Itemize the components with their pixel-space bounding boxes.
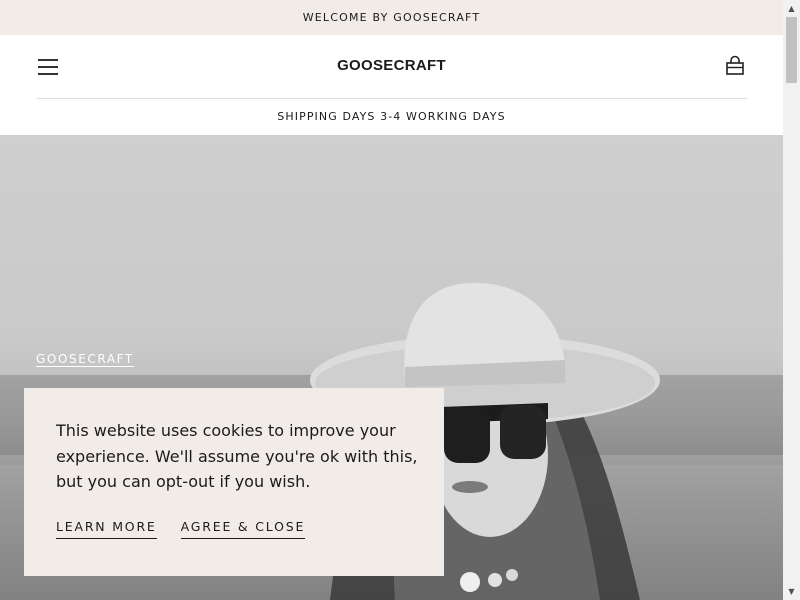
logo-link[interactable]: GOOSECRAFT bbox=[337, 57, 446, 74]
logo: GOOSECRAFT bbox=[0, 57, 783, 74]
shipping-text: SHIPPING DAYS 3-4 WORKING DAYS bbox=[277, 110, 506, 123]
site-header: GOOSECRAFT bbox=[0, 35, 783, 99]
cookie-banner: This website uses cookies to improve you… bbox=[24, 388, 444, 576]
agree-close-button[interactable]: AGREE & CLOSE bbox=[180, 519, 306, 539]
cookie-message: This website uses cookies to improve you… bbox=[56, 421, 418, 491]
cookie-actions: LEARN MORE AGREE & CLOSE bbox=[56, 519, 306, 539]
announcement-text: WELCOME BY GOOSECRAFT bbox=[302, 11, 481, 24]
learn-more-link[interactable]: LEARN MORE bbox=[56, 519, 157, 539]
scrollbar-thumb[interactable] bbox=[786, 17, 797, 83]
scroll-down-arrow-icon[interactable]: ▼ bbox=[783, 583, 800, 600]
hero-eyebrow-link[interactable]: GOOSECRAFT bbox=[36, 352, 134, 366]
announcement-bar: WELCOME BY GOOSECRAFT bbox=[0, 0, 783, 35]
vertical-scrollbar[interactable]: ▲ ▼ bbox=[783, 0, 800, 600]
shipping-bar: SHIPPING DAYS 3-4 WORKING DAYS bbox=[0, 99, 783, 134]
scroll-up-arrow-icon[interactable]: ▲ bbox=[783, 0, 800, 17]
shopping-bag-icon[interactable] bbox=[724, 55, 746, 77]
